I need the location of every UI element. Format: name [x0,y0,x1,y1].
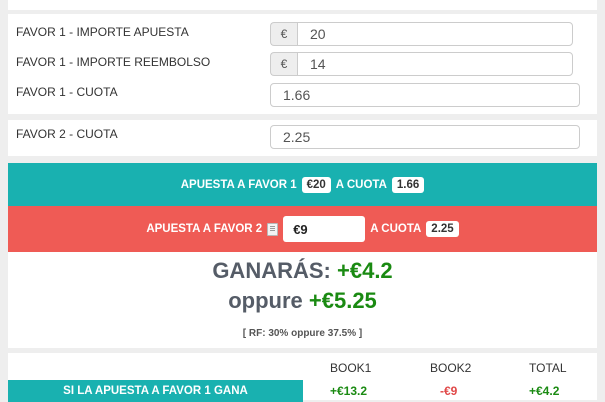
row1-total: +€4.2 [529,384,560,398]
favor1-cuota-chip: 1.66 [391,176,425,193]
favor2-cuota-chip: 2.25 [426,221,459,237]
oppure-value: +€5.25 [308,288,377,313]
header-total: TOTAL [529,361,567,375]
favor1-importe-apuesta-group: € 20 [270,22,573,46]
row1-book2: -€9 [440,384,458,398]
oppure-label: oppure [228,288,303,313]
favor2-bet-band: APUESTA A FAVOR 2 €9 A CUOTA 2.25 [8,206,597,252]
header-book1: BOOK1 [330,361,372,375]
favor2-stake-input[interactable]: €9 [283,216,366,242]
favor2-cuota-text: A CUOTA [370,223,422,235]
header-book2: BOOK2 [430,361,472,375]
results-table: BOOK1 BOOK2 TOTAL SI LA APUESTA A FAVOR … [8,353,597,402]
ganaras-line: GANARÁS: +€4.2 [8,258,597,284]
favor1-cuota-label: FAVOR 1 - CUOTA [16,85,118,99]
favor1-cuota-text: A CUOTA [335,178,387,191]
favor2-cuota-input[interactable]: 2.25 [270,125,580,149]
result-panel: GANARÁS: +€4.2 oppure +€5.25 [ RF: 30% o… [8,252,597,348]
favor2-cuota-label: FAVOR 2 - CUOTA [16,127,118,141]
favor1-importe-reembolso-group: € 14 [270,52,573,76]
favor1-bet-band: APUESTA A FAVOR 1 €20 A CUOTA 1.66 [8,163,597,206]
favor2-bet-text: APUESTA A FAVOR 2 [146,223,263,235]
table-row-label: SI LA APUESTA A FAVOR 1 GANA [8,380,303,402]
euro-addon: € [270,22,297,46]
row1-book1: +€13.2 [330,384,368,398]
euro-addon: € [270,52,297,76]
clipboard-icon[interactable] [267,222,279,236]
ganaras-label: GANARÁS: [212,258,331,283]
oppure-line: oppure +€5.25 [8,288,597,314]
favor1-bet-text: APUESTA A FAVOR 1 [180,178,297,191]
ganaras-value: +€4.2 [337,258,393,283]
favor1-cuota-input[interactable]: 1.66 [270,83,580,107]
favor1-importe-reembolso-input[interactable]: 14 [297,52,573,76]
favor1-stake-chip: €20 [301,176,331,193]
favor1-importe-apuesta-input[interactable]: 20 [297,22,573,46]
top-card-edge [8,0,597,10]
favor1-importe-apuesta-label: FAVOR 1 - IMPORTE APUESTA [16,25,189,39]
rf-text: [ RF: 30% oppure 37.5% ] [242,328,363,339]
favor1-importe-reembolso-label: FAVOR 1 - IMPORTE REEMBOLSO [16,55,211,69]
